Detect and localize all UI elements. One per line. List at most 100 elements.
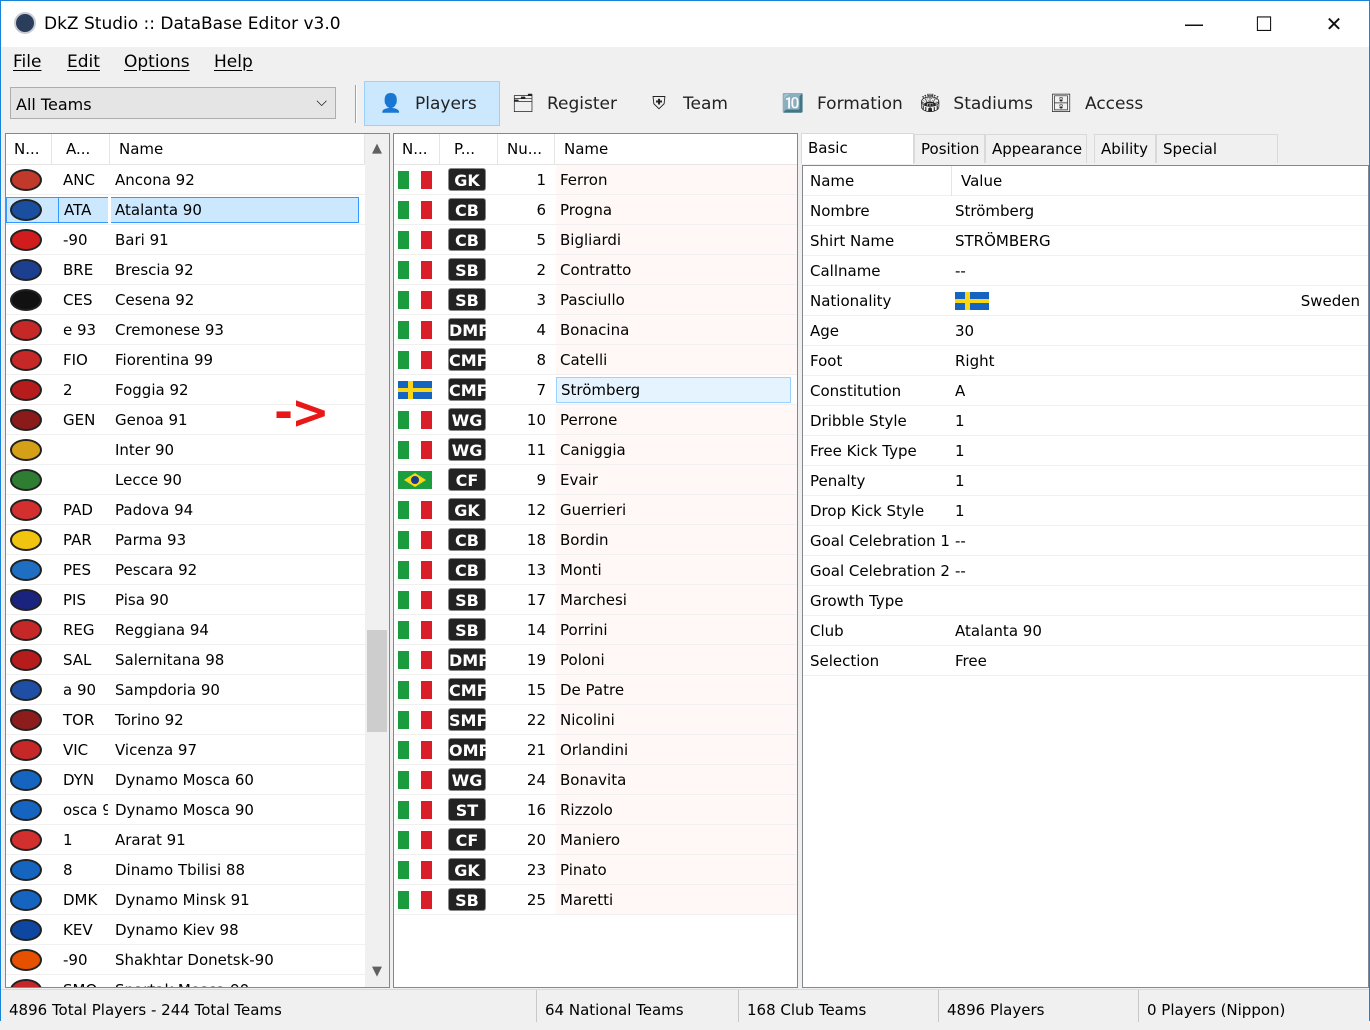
team-row[interactable]: Inter 90 (6, 435, 365, 465)
team-abbr: e 93 (63, 321, 97, 339)
team-row[interactable]: VIC Vicenza 97 (6, 735, 365, 765)
toolbar-team-button[interactable]: ⛨ Team (637, 81, 737, 126)
team-row[interactable]: PAR Parma 93 (6, 525, 365, 555)
property-row[interactable]: Drop Kick Style 1 (803, 496, 1368, 526)
team-row[interactable]: BRE Brescia 92 (6, 255, 365, 285)
team-row[interactable]: ATA Atalanta 90 (6, 195, 365, 225)
player-row[interactable]: SB 25 Maretti (394, 885, 797, 915)
scroll-up-icon[interactable]: ▲ (365, 134, 389, 164)
maximize-button[interactable]: ☐ (1229, 1, 1299, 47)
player-row[interactable]: GK 1 Ferron (394, 165, 797, 195)
team-row[interactable]: DYN Dynamo Mosca 60 (6, 765, 365, 795)
property-row[interactable]: Callname -- (803, 256, 1368, 286)
team-row[interactable]: osca 9 Dynamo Mosca 90 (6, 795, 365, 825)
player-row[interactable]: CF 20 Maniero (394, 825, 797, 855)
player-row[interactable]: SMF 22 Nicolini (394, 705, 797, 735)
team-row[interactable]: 8 Dinamo Tbilisi 88 (6, 855, 365, 885)
player-row[interactable]: CB 6 Progna (394, 195, 797, 225)
menu-file[interactable]: File (13, 52, 41, 72)
team-row[interactable]: Lecce 90 (6, 465, 365, 495)
team-row[interactable]: ANC Ancona 92 (6, 165, 365, 195)
team-row[interactable]: FIO Fiorentina 99 (6, 345, 365, 375)
property-row[interactable]: Shirt Name STRÖMBERG (803, 226, 1368, 256)
property-row[interactable]: Growth Type (803, 586, 1368, 616)
column-header-abbr[interactable]: A... (58, 134, 110, 165)
property-row[interactable]: Constitution A (803, 376, 1368, 406)
player-row[interactable]: CB 18 Bordin (394, 525, 797, 555)
team-row[interactable]: REG Reggiana 94 (6, 615, 365, 645)
player-row[interactable]: CB 13 Monti (394, 555, 797, 585)
column-header-name[interactable]: Name (111, 134, 365, 165)
column-header-number[interactable]: N... (6, 134, 52, 165)
property-row[interactable]: Goal Celebration 1 -- (803, 526, 1368, 556)
menu-help[interactable]: Help (214, 52, 253, 72)
player-row[interactable]: CF 9 Evair (394, 465, 797, 495)
team-row[interactable]: DMK Dynamo Minsk 91 (6, 885, 365, 915)
tab-position[interactable]: Position (914, 134, 985, 163)
player-row[interactable]: SB 3 Pasciullo (394, 285, 797, 315)
player-row[interactable]: SB 17 Marchesi (394, 585, 797, 615)
property-row[interactable]: Dribble Style 1 (803, 406, 1368, 436)
tab-basic-sittings[interactable]: Basic Sittings (801, 133, 914, 186)
property-row[interactable]: Age 30 (803, 316, 1368, 346)
tab-ability[interactable]: Ability (1094, 134, 1156, 163)
scrollbar-thumb[interactable] (367, 630, 387, 732)
property-row[interactable]: Club Atalanta 90 (803, 616, 1368, 646)
team-row[interactable]: SMOSpartak Mosca 90 (6, 975, 365, 987)
player-row[interactable]: SB 2 Contratto (394, 255, 797, 285)
toolbar-stadiums-button[interactable]: 🏟 Stadiums (909, 81, 1033, 126)
column-header-nation[interactable]: N... (394, 134, 440, 165)
property-row[interactable]: Goal Celebration 2 -- (803, 556, 1368, 586)
player-row[interactable]: SB 14 Porrini (394, 615, 797, 645)
player-row[interactable]: GK 12 Guerrieri (394, 495, 797, 525)
team-row[interactable]: SAL Salernitana 98 (6, 645, 365, 675)
column-header-position[interactable]: P... (446, 134, 498, 165)
player-row[interactable]: GK 23 Pinato (394, 855, 797, 885)
shirt-number: 18 (526, 531, 546, 549)
teams-scrollbar[interactable]: ▲ ▼ (365, 134, 389, 987)
player-row[interactable]: ST 16 Rizzolo (394, 795, 797, 825)
team-row[interactable]: CES Cesena 92 (6, 285, 365, 315)
property-row[interactable]: Penalty 1 (803, 466, 1368, 496)
player-row[interactable]: CMF 7 Strömberg (394, 375, 797, 405)
property-row[interactable]: Selection Free (803, 646, 1368, 676)
minimize-button[interactable]: — (1159, 1, 1229, 47)
player-row[interactable]: WG 24 Bonavita (394, 765, 797, 795)
property-row[interactable]: Nombre Strömberg (803, 196, 1368, 226)
team-row[interactable]: PIS Pisa 90 (6, 585, 365, 615)
menu-options[interactable]: Options (124, 52, 190, 72)
property-row[interactable]: Free Kick Type 1 (803, 436, 1368, 466)
player-row[interactable]: WG 11 Caniggia (394, 435, 797, 465)
player-row[interactable]: CMF 15 De Patre (394, 675, 797, 705)
team-filter-dropdown[interactable]: All Teams ⌵ (10, 87, 336, 119)
team-row[interactable]: -90 Bari 91 (6, 225, 365, 255)
menu-edit[interactable]: Edit (67, 52, 100, 72)
property-row[interactable]: Foot Right (803, 346, 1368, 376)
toolbar-players-button[interactable]: 👤 Players (364, 81, 500, 126)
team-row[interactable]: PES Pescara 92 (6, 555, 365, 585)
toolbar-formation-button[interactable]: 🔟 Formation (771, 81, 911, 126)
player-row[interactable]: CMF 8 Catelli (394, 345, 797, 375)
team-row[interactable]: e 93 Cremonese 93 (6, 315, 365, 345)
property-row[interactable]: Nationality Sweden (803, 286, 1368, 316)
column-header-shirt-number[interactable]: Nu... (499, 134, 555, 165)
scroll-down-icon[interactable]: ▼ (365, 957, 389, 987)
player-row[interactable]: DMF 19 Poloni (394, 645, 797, 675)
toolbar-register-button[interactable]: 🗂 Register (501, 81, 621, 126)
column-header-player-name[interactable]: Name (556, 134, 796, 165)
close-button[interactable]: ✕ (1299, 1, 1369, 47)
player-row[interactable]: DMF 4 Bonacina (394, 315, 797, 345)
player-row[interactable]: OMF 21 Orlandini (394, 735, 797, 765)
tab-appearance[interactable]: Appearance (985, 134, 1087, 163)
team-row[interactable]: a 90 Sampdoria 90 (6, 675, 365, 705)
team-row[interactable]: KEV Dynamo Kiev 98 (6, 915, 365, 945)
team-row[interactable]: -90 Shakhtar Donetsk-90 (6, 945, 365, 975)
team-row[interactable]: TOR Torino 92 (6, 705, 365, 735)
team-row[interactable]: PAD Padova 94 (6, 495, 365, 525)
toolbar-access-button[interactable]: 🗄 Access (1039, 81, 1151, 126)
flag-italy-icon (398, 501, 432, 519)
tab-special-abilities[interactable]: Special Abilities (1156, 134, 1278, 187)
player-row[interactable]: CB 5 Bigliardi (394, 225, 797, 255)
player-row[interactable]: WG 10 Perrone (394, 405, 797, 435)
team-row[interactable]: 1 Ararat 91 (6, 825, 365, 855)
